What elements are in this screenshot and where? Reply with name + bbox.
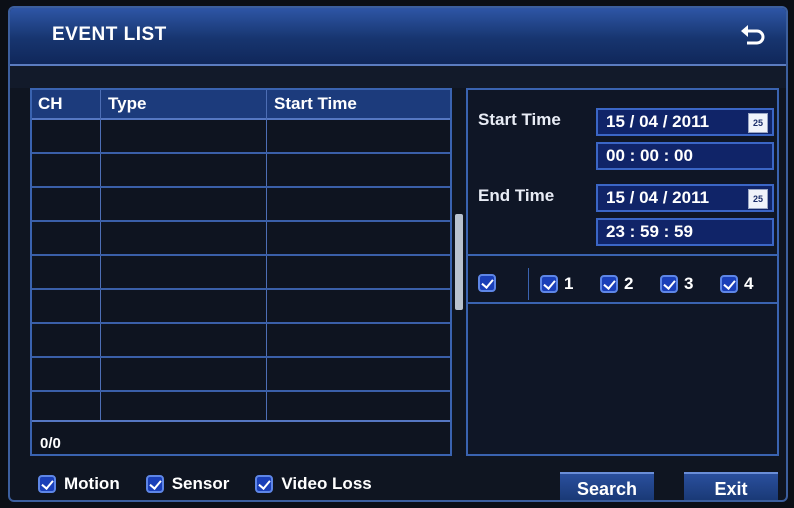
start-date-value: 15 / 04 / 2011 [606, 112, 710, 131]
table-row[interactable] [32, 390, 450, 392]
video-loss-label: Video Loss [281, 474, 372, 493]
header-spacer [10, 66, 786, 88]
window-title: EVENT LIST [52, 24, 167, 45]
end-date-field[interactable]: 15 / 04 / 2011 25 [596, 184, 774, 212]
search-button[interactable]: Search [560, 472, 654, 500]
sensor-label: Sensor [171, 474, 230, 493]
channel-all-checkbox[interactable] [478, 274, 496, 292]
channel-4-label: 4 [744, 274, 754, 293]
channel-1-label: 1 [564, 274, 574, 293]
channel-3-label: 3 [684, 274, 694, 293]
sensor-checkbox[interactable]: Sensor [145, 474, 230, 494]
checkbox-checked-icon[interactable] [600, 275, 618, 293]
table-row[interactable] [32, 254, 450, 256]
end-time-label: End Time [478, 186, 555, 205]
table-row[interactable] [32, 186, 450, 188]
table-header: CH Type Start Time [32, 90, 450, 120]
checkbox-checked-icon[interactable] [255, 475, 274, 493]
table-footer-divider [32, 420, 450, 422]
column-header-start-time: Start Time [274, 94, 357, 113]
channel-4-checkbox[interactable]: 4 [720, 274, 753, 294]
exit-button[interactable]: Exit [684, 472, 778, 500]
checkbox-checked-icon[interactable] [540, 275, 558, 293]
end-date-value: 15 / 04 / 2011 [606, 188, 710, 207]
table-row[interactable] [32, 152, 450, 154]
checkbox-checked-icon[interactable] [145, 475, 164, 493]
checkbox-checked-icon[interactable] [660, 275, 678, 293]
checkbox-checked-icon[interactable] [720, 275, 738, 293]
video-loss-checkbox[interactable]: Video Loss [255, 474, 372, 494]
start-date-field[interactable]: 15 / 04 / 2011 25 [596, 108, 774, 136]
channel-separator [528, 268, 529, 300]
list-scrollbar[interactable] [455, 214, 463, 310]
page-counter: 0/0 [40, 435, 61, 452]
end-time-field[interactable]: 23 : 59 : 59 [596, 218, 774, 246]
channel-divider [468, 302, 777, 304]
checkbox-checked-icon[interactable] [478, 274, 496, 292]
table-row[interactable] [32, 322, 450, 324]
channel-3-checkbox[interactable]: 3 [660, 274, 693, 294]
filter-divider [468, 254, 777, 256]
title-bar: EVENT LIST [10, 8, 786, 66]
event-table: CH Type Start Time 0/0 [30, 88, 452, 456]
channel-2-label: 2 [624, 274, 634, 293]
start-time-label: Start Time [478, 110, 561, 129]
event-list-window: EVENT LIST CH Type Start Time 0/0 Start … [8, 6, 788, 502]
motion-checkbox[interactable]: Motion [38, 474, 120, 494]
table-row[interactable] [32, 220, 450, 222]
search-filter-panel: Start Time 15 / 04 / 2011 25 00 : 00 : 0… [466, 88, 779, 456]
calendar-icon[interactable]: 25 [748, 113, 768, 133]
start-time-field[interactable]: 00 : 00 : 00 [596, 142, 774, 170]
table-row[interactable] [32, 288, 450, 290]
column-header-type: Type [108, 94, 147, 113]
checkbox-checked-icon[interactable] [38, 475, 56, 493]
back-arrow-icon[interactable] [738, 22, 768, 50]
column-header-ch: CH [38, 94, 63, 113]
channel-1-checkbox[interactable]: 1 [540, 274, 573, 294]
channel-2-checkbox[interactable]: 2 [600, 274, 633, 294]
calendar-icon[interactable]: 25 [748, 189, 768, 209]
motion-label: Motion [64, 474, 120, 493]
table-row[interactable] [32, 356, 450, 358]
event-type-filters: Motion Sensor Video Loss [38, 474, 372, 494]
